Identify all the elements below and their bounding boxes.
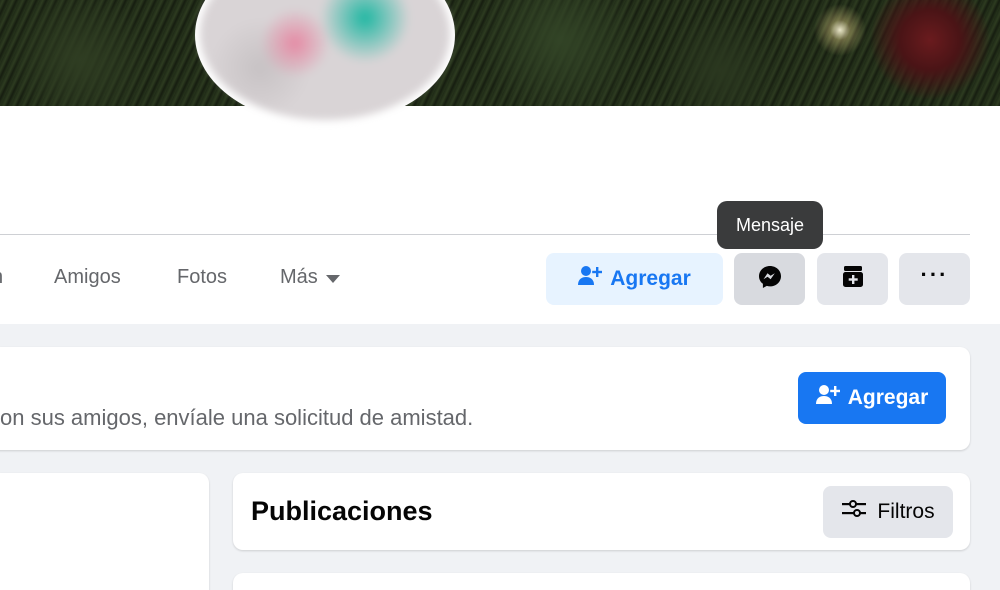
add-friend-button[interactable]: Agregar — [546, 253, 723, 305]
add-friend-primary-button[interactable]: Agregar — [798, 372, 946, 424]
tab-more[interactable]: Más — [280, 266, 340, 289]
next-post-card — [233, 573, 970, 590]
posts-title: Publicaciones — [251, 496, 433, 526]
message-button[interactable] — [734, 253, 805, 305]
tab-more-label: Más — [280, 266, 318, 288]
messenger-icon — [757, 264, 783, 295]
more-options-button[interactable]: ··· — [899, 253, 970, 305]
package-icon — [840, 264, 866, 295]
filters-label: Filtros — [877, 500, 935, 523]
friend-suggestion-text: on sus amigos, envíale una solicitud de … — [0, 405, 474, 430]
add-friend-primary-label: Agregar — [847, 386, 929, 409]
tab-friends[interactable]: Amigos — [54, 266, 121, 289]
message-tooltip: Mensaje — [717, 201, 823, 249]
filters-icon — [841, 498, 867, 526]
tab-photos[interactable]: Fotos — [177, 266, 227, 289]
cover-photo[interactable] — [0, 0, 1000, 106]
add-friend-label: Agregar — [610, 267, 691, 290]
package-button[interactable] — [817, 253, 888, 305]
intro-card — [0, 473, 209, 590]
message-tooltip-text: Mensaje — [735, 214, 805, 235]
tab-partial[interactable]: n — [0, 266, 3, 289]
filters-button[interactable]: Filtros — [823, 486, 953, 538]
caret-down-icon — [325, 274, 340, 283]
add-person-icon — [578, 265, 603, 293]
add-person-icon — [815, 384, 840, 412]
header-divider — [0, 234, 970, 235]
more-horizontal-icon: ··· — [920, 262, 949, 287]
